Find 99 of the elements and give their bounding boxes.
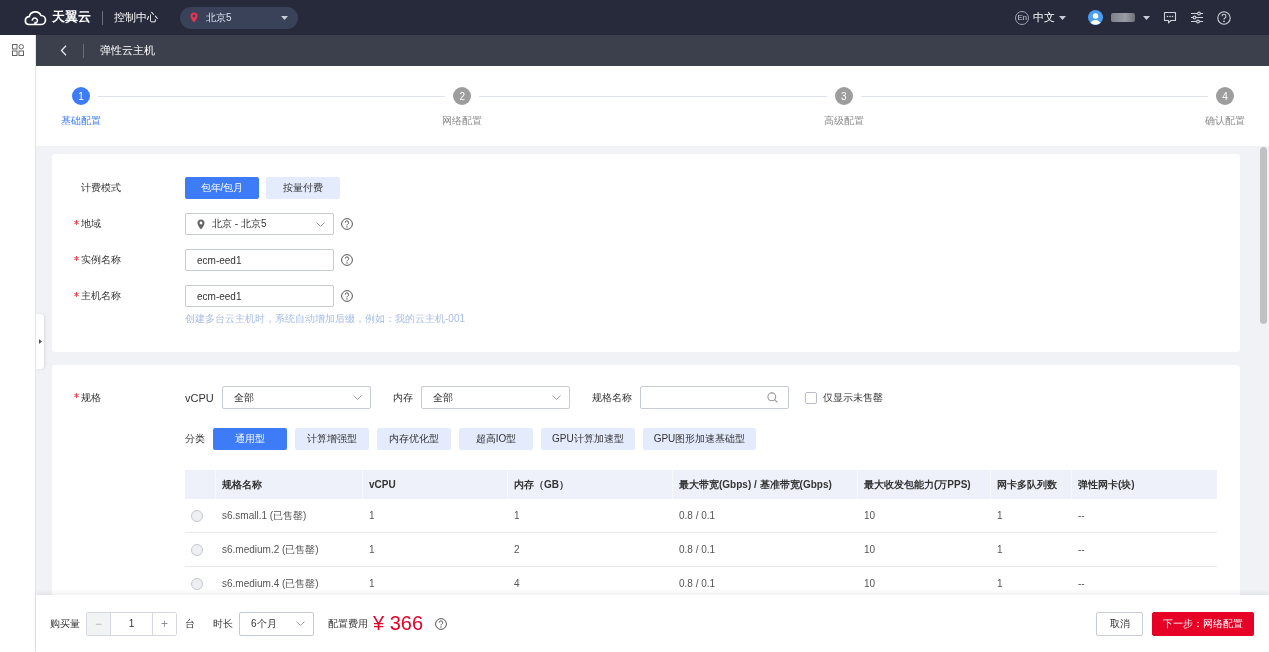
table-cell: 0.8 / 0.1 — [679, 510, 716, 521]
category-label: 分类 — [185, 432, 205, 446]
field-label: 规格 — [81, 390, 101, 405]
sidebar-toggle[interactable] — [36, 314, 44, 369]
step-number: 3 — [834, 87, 853, 105]
chevron-down-icon — [316, 221, 325, 227]
table-cell: 1 — [369, 510, 375, 521]
hint-text: 创建多台云主机时，系统自动增加后缀，例如：我的云主机-001 — [185, 312, 465, 326]
category-tab[interactable]: GPU计算加速型 — [541, 428, 635, 450]
category-tab[interactable]: GPU图形加速基础型 — [642, 428, 757, 450]
back-icon[interactable] — [60, 45, 67, 56]
checkbox-label: 仅显示未售罄 — [822, 390, 883, 405]
caret-right-icon — [38, 339, 42, 344]
next-step-button[interactable]: 下一步：网络配置 — [1152, 611, 1254, 636]
table-cell: s6.medium.2 (已售罄) — [222, 543, 319, 555]
field-label: 地域 — [81, 217, 101, 231]
column-header: 规格名称 — [222, 477, 262, 492]
page-title: 弹性云主机 — [100, 43, 155, 58]
table-cell: 0.8 / 0.1 — [679, 578, 716, 589]
chevron-down-icon — [352, 395, 362, 400]
step-label: 网络配置 — [442, 114, 483, 128]
category-tab[interactable]: 通用型 — [213, 428, 287, 450]
table-cell: -- — [1078, 510, 1085, 521]
price-value: ¥ 366 — [373, 612, 424, 635]
region-selector[interactable]: 北京5 — [180, 6, 298, 29]
category-tab[interactable]: 超高IO型 — [459, 428, 533, 450]
category-tab[interactable]: 计算增强型 — [295, 428, 369, 450]
caret-down-icon — [1059, 15, 1066, 20]
cloud-logo-icon — [22, 9, 47, 26]
chevron-down-icon — [551, 395, 561, 400]
table-cell: 0.8 / 0.1 — [679, 544, 716, 555]
category-tab[interactable]: 内存优化型 — [377, 428, 451, 450]
column-header: 最大带宽(Gbps) / 基准带宽(Gbps) — [679, 477, 832, 492]
help-icon — [435, 617, 448, 630]
field-label: 计费模式 — [81, 181, 121, 195]
settings-sliders-icon[interactable] — [1190, 11, 1204, 24]
checkbox[interactable] — [804, 391, 817, 404]
billing-option[interactable]: 包年/包月 — [185, 177, 259, 199]
cancel-button[interactable]: 取消 — [1096, 611, 1143, 636]
location-pin-icon — [197, 218, 205, 230]
language-switcher[interactable]: En 中文 — [1015, 10, 1066, 25]
field-label: 主机名称 — [81, 289, 121, 303]
step-label: 基础配置 — [61, 114, 101, 128]
step-number: 2 — [453, 87, 472, 105]
column-header: 最大收发包能力(万PPS) — [864, 477, 971, 492]
redacted-username — [1111, 13, 1135, 22]
table-cell: 4 — [514, 578, 520, 589]
chevron-down-icon — [296, 621, 305, 626]
column-header: 网卡多队列数 — [997, 477, 1057, 492]
table-cell: -- — [1078, 578, 1085, 589]
column-header: vCPU — [369, 479, 396, 490]
location-pin-icon — [190, 12, 198, 23]
table-cell: -- — [1078, 544, 1085, 555]
caret-down-icon — [1143, 15, 1150, 20]
step-number: 4 — [1216, 87, 1234, 105]
step-number: 1 — [72, 87, 90, 105]
filter-label: vCPU — [185, 391, 214, 404]
filter-dropdown[interactable]: 全部 — [221, 386, 371, 409]
table-cell: s6.medium.4 (已售罄) — [222, 577, 319, 589]
quantity-input[interactable]: 1 — [110, 612, 153, 635]
column-header: 内存（GB） — [514, 477, 569, 492]
search-icon[interactable] — [766, 392, 778, 403]
table-cell: 10 — [864, 544, 876, 555]
filter-label: 规格名称 — [591, 390, 632, 405]
quantity-label: 购买量 — [50, 616, 80, 631]
column-header: 弹性网卡(块) — [1078, 477, 1135, 492]
help-icon[interactable] — [1217, 10, 1231, 25]
message-icon[interactable] — [1163, 11, 1177, 24]
unit-label: 台 — [185, 616, 195, 631]
region-dropdown[interactable]: 北京 - 北京5 — [185, 213, 334, 235]
user-menu[interactable] — [1088, 10, 1150, 25]
duration-label: 时长 — [213, 616, 233, 631]
table-cell: 1 — [369, 578, 375, 589]
table-cell: 1 — [369, 544, 375, 555]
table-cell: 1 — [514, 510, 520, 521]
table-cell: 2 — [514, 544, 520, 555]
filter-label: 内存 — [392, 390, 413, 405]
caret-down-icon — [281, 15, 288, 20]
billing-option[interactable]: 按量付费 — [266, 177, 340, 199]
table-cell: 10 — [864, 510, 876, 521]
search-field[interactable] — [639, 386, 789, 409]
cost-label: 配置费用 — [328, 616, 368, 631]
text-input[interactable]: ecm-eed1 — [185, 285, 334, 307]
step-label: 确认配置 — [1205, 114, 1245, 128]
brand-name: 天翼云 — [52, 9, 91, 26]
table-cell: s6.small.1 (已售罄) — [222, 509, 307, 521]
scrollbar-thumb[interactable] — [1259, 147, 1267, 324]
table-cell: 10 — [864, 578, 876, 589]
duration-dropdown[interactable]: 6个月 — [239, 611, 314, 636]
filter-dropdown[interactable]: 全部 — [420, 386, 570, 409]
table-cell: 1 — [997, 544, 1003, 555]
table-cell: 1 — [997, 578, 1003, 589]
avatar-icon — [1088, 10, 1103, 25]
console-title: 控制中心 — [114, 10, 158, 25]
step-label: 高级配置 — [823, 114, 864, 128]
apps-grid-icon[interactable] — [11, 44, 24, 56]
table-cell: 1 — [997, 510, 1003, 521]
text-input[interactable]: ecm-eed1 — [185, 249, 334, 271]
field-label: 实例名称 — [81, 253, 121, 267]
